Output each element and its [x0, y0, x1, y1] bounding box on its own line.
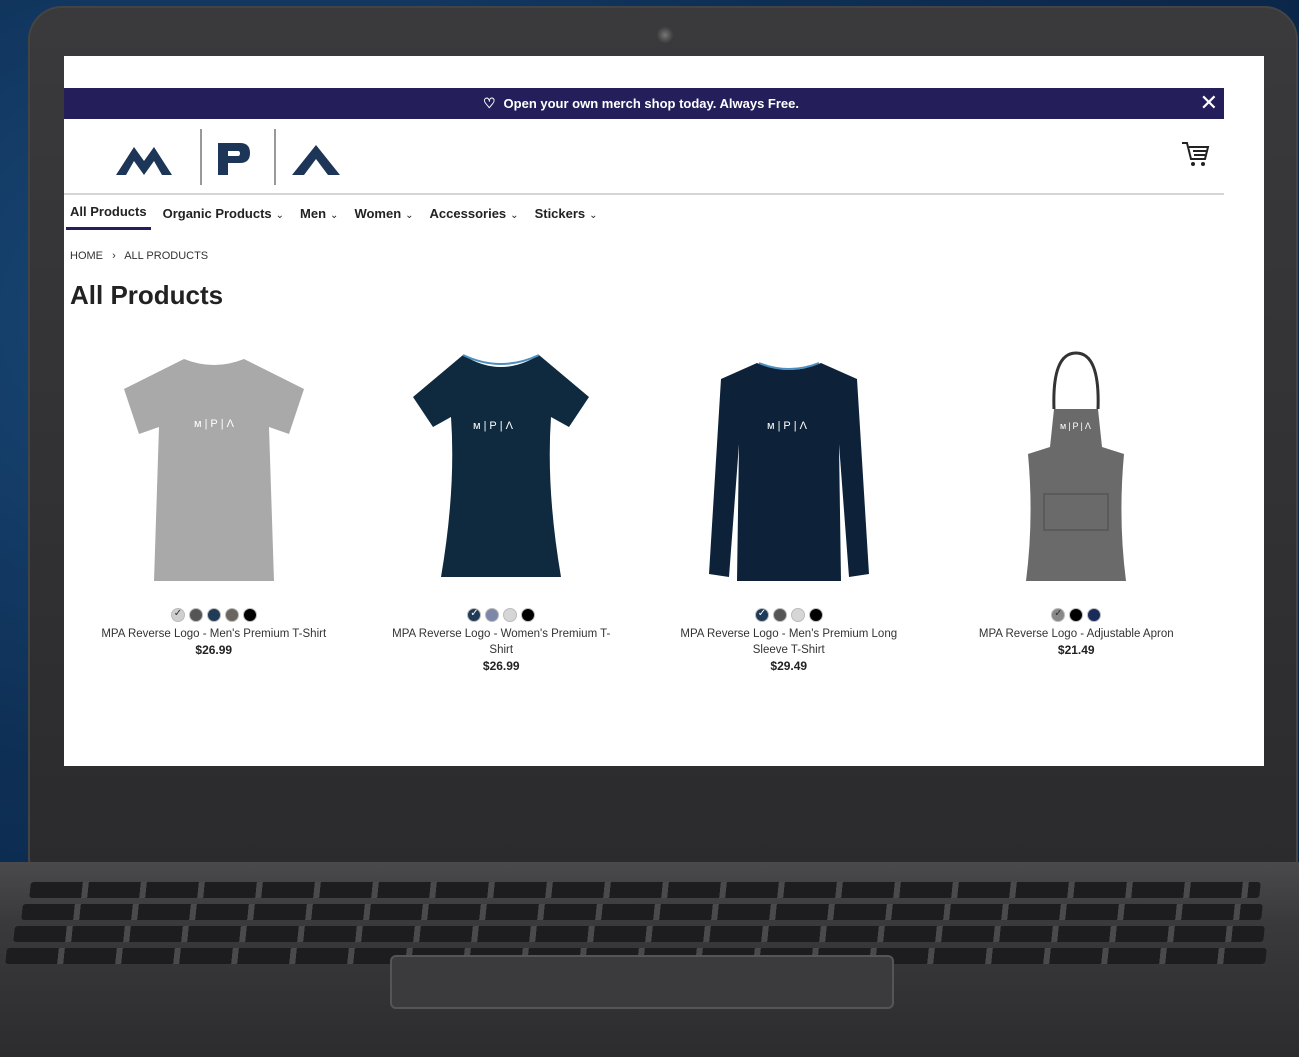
nav-item-label: Women	[354, 205, 402, 221]
product-image[interactable]: ᴍ|P|Λ	[659, 344, 919, 594]
color-swatch[interactable]	[206, 608, 221, 622]
diamond-icon: ♡	[482, 95, 496, 111]
chevron-down-icon: ⌄	[510, 209, 519, 221]
chevron-down-icon: ⌄	[405, 209, 414, 221]
color-swatch[interactable]	[503, 608, 518, 622]
nav-item-stickers[interactable]: Stickers ⌄	[535, 202, 598, 229]
site-header	[64, 119, 1224, 195]
store-page: ♡ Open your own merch shop today. Always…	[64, 56, 1224, 766]
nav-item-all-products[interactable]: All Products	[66, 200, 151, 230]
brand-logo[interactable]	[116, 127, 346, 192]
color-swatch[interactable]	[1069, 608, 1084, 622]
product-card[interactable]: ᴍ|P|Λ MPA Reverse Logo - Adjustable Apron…	[933, 344, 1221, 673]
nav-item-organic-products[interactable]: Organic Products ⌄	[163, 202, 284, 229]
key-row	[13, 926, 1265, 942]
chevron-down-icon: ⌄	[275, 209, 285, 221]
product-price: $26.99	[195, 643, 233, 657]
nav-item-label: Men	[300, 205, 327, 221]
breadcrumb-home[interactable]: HOME	[70, 250, 103, 262]
product-name[interactable]: MPA Reverse Logo - Adjustable Apron	[961, 626, 1191, 642]
chevron-down-icon: ⌄	[589, 209, 598, 221]
color-swatch[interactable]	[754, 608, 769, 622]
nav-item-label: Organic Products	[162, 205, 272, 221]
color-swatch[interactable]	[224, 608, 239, 622]
svg-text:ᴍ|P|Λ: ᴍ|P|Λ	[1060, 421, 1093, 431]
product-card[interactable]: ᴍ|P|Λ MPA Reverse Logo - Women's Premium …	[358, 344, 646, 673]
breadcrumb: HOME › ALL PRODUCTS	[70, 250, 214, 262]
color-swatch[interactable]	[772, 608, 787, 622]
breadcrumb-separator: ›	[112, 250, 116, 262]
close-icon[interactable]: ✕	[1200, 91, 1218, 115]
promo-banner[interactable]: ♡ Open your own merch shop today. Always…	[64, 88, 1224, 119]
product-image[interactable]: ᴍ|P|Λ	[84, 344, 344, 594]
product-name[interactable]: MPA Reverse Logo - Men's Premium T-Shirt	[99, 626, 329, 642]
color-swatches	[1051, 608, 1102, 622]
product-card[interactable]: ᴍ|P|Λ MPA Reverse Logo - Men's Premium T-…	[70, 344, 358, 673]
product-price: $29.49	[770, 659, 808, 673]
product-image[interactable]: ᴍ|P|Λ	[946, 344, 1206, 594]
nav-item-men[interactable]: Men ⌄	[300, 202, 338, 229]
color-swatch[interactable]	[467, 608, 482, 622]
key-row	[29, 882, 1261, 898]
nav-item-label: All Products	[70, 204, 147, 219]
color-swatches	[467, 608, 536, 622]
cart-icon[interactable]	[1180, 139, 1210, 176]
nav-item-accessories[interactable]: Accessories ⌄	[430, 202, 519, 229]
laptop-screen: ♡ Open your own merch shop today. Always…	[64, 56, 1264, 766]
color-swatch[interactable]	[170, 608, 185, 622]
key-row	[21, 904, 1263, 920]
webcam	[657, 27, 673, 43]
color-swatch[interactable]	[485, 608, 500, 622]
color-swatches	[754, 608, 823, 622]
svg-text:ᴍ|P|Λ: ᴍ|P|Λ	[767, 420, 810, 432]
color-swatches	[170, 608, 257, 622]
product-image[interactable]: ᴍ|P|Λ	[371, 344, 631, 594]
chevron-down-icon: ⌄	[330, 209, 339, 221]
breadcrumb-current: ALL PRODUCTS	[124, 250, 209, 262]
svg-text:ᴍ|P|Λ: ᴍ|P|Λ	[473, 420, 516, 432]
color-swatch[interactable]	[242, 608, 257, 622]
page-title: All Products	[70, 280, 224, 310]
nav-item-label: Stickers	[534, 205, 586, 221]
nav-item-women[interactable]: Women ⌄	[354, 202, 413, 229]
trackpad	[390, 955, 894, 1009]
nav-item-label: Accessories	[429, 205, 507, 221]
category-nav: All Products Organic Products ⌄ Men ⌄ Women ⌄ A…	[64, 196, 614, 234]
svg-text:ᴍ|P|Λ: ᴍ|P|Λ	[194, 418, 237, 430]
color-swatch[interactable]	[1051, 608, 1066, 622]
color-swatch[interactable]	[790, 608, 805, 622]
color-swatch[interactable]	[1087, 608, 1102, 622]
promo-text: Open your own merch shop today. Always F…	[503, 96, 799, 111]
color-swatch[interactable]	[188, 608, 203, 622]
product-price: $21.49	[1057, 643, 1095, 657]
product-grid: ᴍ|P|Λ MPA Reverse Logo - Men's Premium T-…	[70, 344, 1220, 673]
color-swatch[interactable]	[808, 608, 823, 622]
product-card[interactable]: ᴍ|P|Λ MPA Reverse Logo - Men's Premium Lo…	[645, 344, 933, 673]
product-name[interactable]: MPA Reverse Logo - Men's Premium Long Sl…	[674, 626, 904, 658]
product-name[interactable]: MPA Reverse Logo - Women's Premium T-Shi…	[386, 626, 616, 658]
product-price: $26.99	[482, 659, 520, 673]
color-swatch[interactable]	[521, 608, 536, 622]
